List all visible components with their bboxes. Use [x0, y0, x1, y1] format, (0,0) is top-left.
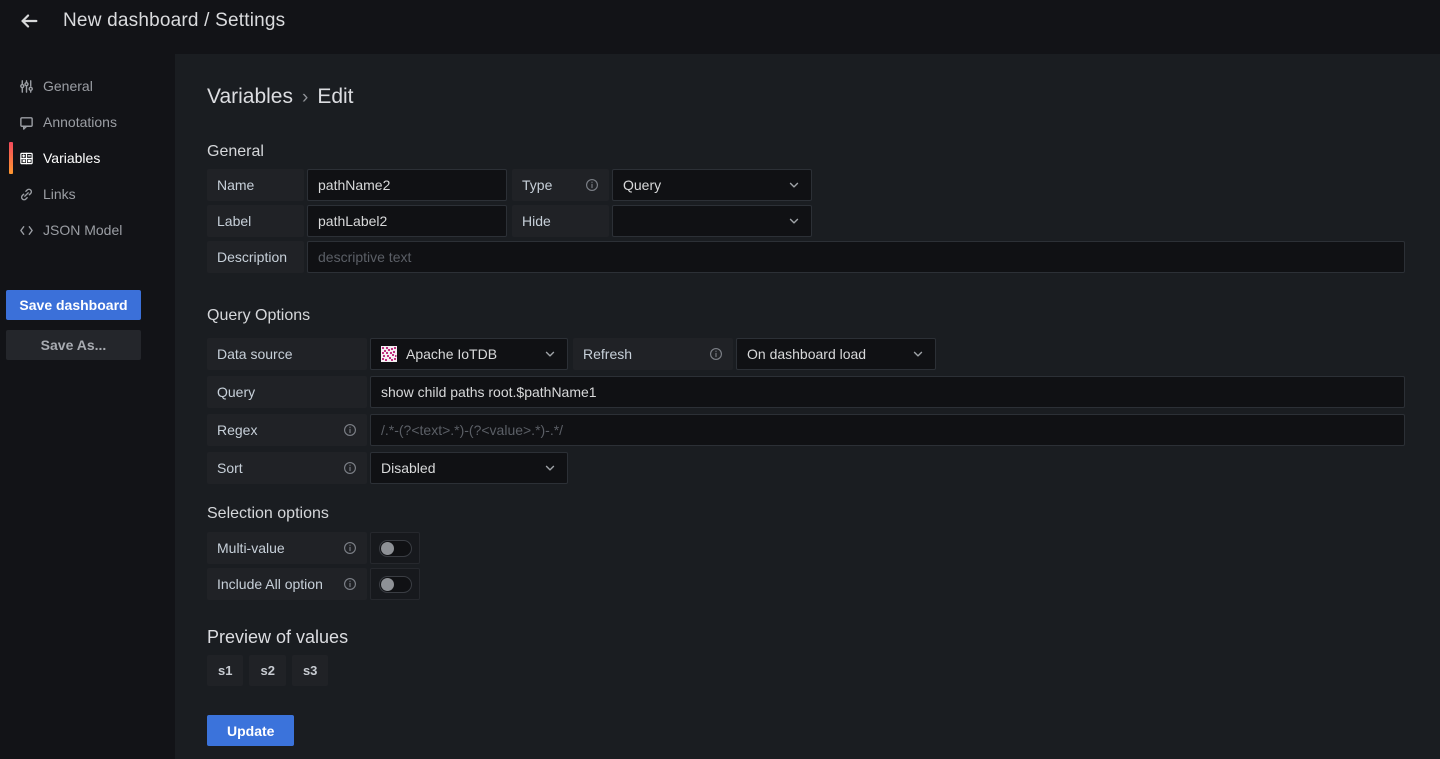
- preview-values-list: s1 s2 s3: [207, 655, 1405, 686]
- preview-value-chip: s3: [292, 655, 328, 686]
- breadcrumb-page: Edit: [317, 85, 353, 109]
- sidebar-item-label: Links: [43, 186, 76, 202]
- datasource-label: Data source: [207, 338, 367, 370]
- sidebar-item-label: Variables: [43, 150, 100, 166]
- sidebar-item-json-model[interactable]: JSON Model: [0, 212, 175, 248]
- query-label: Query: [207, 376, 367, 408]
- selection-options-section-heading: Selection options: [207, 505, 1405, 523]
- sliders-icon: [18, 78, 34, 94]
- apache-iotdb-logo-icon: [381, 346, 397, 362]
- variables-icon: [18, 150, 34, 166]
- info-icon[interactable]: [577, 178, 599, 192]
- datasource-select[interactable]: Apache IoTDB: [370, 338, 568, 370]
- refresh-select[interactable]: On dashboard load: [736, 338, 936, 370]
- sort-select[interactable]: Disabled: [370, 452, 568, 484]
- page-title: New dashboard / Settings: [63, 10, 285, 32]
- toggle-knob: [381, 578, 394, 591]
- sidebar-item-variables[interactable]: Variables: [0, 140, 175, 176]
- info-icon[interactable]: [335, 541, 357, 555]
- type-label: Type: [512, 169, 609, 201]
- toggle-knob: [381, 542, 394, 555]
- update-button[interactable]: Update: [207, 715, 294, 746]
- include-all-toggle[interactable]: [370, 568, 420, 600]
- info-icon[interactable]: [335, 577, 357, 591]
- name-input[interactable]: [307, 169, 507, 201]
- preview-of-values-heading: Preview of values: [207, 627, 1405, 648]
- label-input[interactable]: [307, 205, 507, 237]
- hide-label: Hide: [512, 205, 609, 237]
- regex-input[interactable]: [370, 414, 1405, 446]
- general-section-heading: General: [207, 143, 1405, 161]
- name-label: Name: [207, 169, 304, 201]
- include-all-label: Include All option: [207, 568, 367, 600]
- info-icon[interactable]: [335, 461, 357, 475]
- hide-select[interactable]: [612, 205, 812, 237]
- sidebar-item-label: General: [43, 78, 93, 94]
- toggle-track: [379, 540, 412, 557]
- chevron-down-icon: [787, 178, 801, 192]
- variables-edit-panel: Variables › Edit General Name Type: [175, 54, 1440, 759]
- preview-value-chip: s1: [207, 655, 243, 686]
- save-dashboard-button[interactable]: Save dashboard: [6, 290, 141, 320]
- sidebar-item-links[interactable]: Links: [0, 176, 175, 212]
- top-header: New dashboard / Settings: [0, 0, 1440, 54]
- sidebar-item-label: JSON Model: [43, 222, 122, 238]
- annotation-icon: [18, 114, 34, 130]
- description-input[interactable]: [307, 241, 1405, 273]
- multi-value-label: Multi-value: [207, 532, 367, 564]
- breadcrumb-separator: ›: [302, 87, 308, 109]
- sidebar-item-annotations[interactable]: Annotations: [0, 104, 175, 140]
- description-label: Description: [207, 241, 304, 273]
- sort-label: Sort: [207, 452, 367, 484]
- chevron-down-icon: [543, 347, 557, 361]
- arrow-left-icon: [18, 10, 40, 32]
- chevron-down-icon: [543, 461, 557, 475]
- query-input[interactable]: [370, 376, 1405, 408]
- breadcrumb: Variables › Edit: [207, 85, 1405, 109]
- refresh-label: Refresh: [573, 338, 733, 370]
- sidebar-item-general[interactable]: General: [0, 68, 175, 104]
- query-options-section-heading: Query Options: [207, 307, 1405, 325]
- regex-label: Regex: [207, 414, 367, 446]
- settings-sidebar: General Annotations Variables Links JSON: [0, 54, 175, 759]
- info-icon[interactable]: [701, 347, 723, 361]
- label-label: Label: [207, 205, 304, 237]
- preview-value-chip: s2: [249, 655, 285, 686]
- code-brackets-icon: [18, 222, 34, 238]
- chevron-down-icon: [911, 347, 925, 361]
- info-icon[interactable]: [335, 423, 357, 437]
- sidebar-item-label: Annotations: [43, 114, 117, 130]
- multi-value-toggle[interactable]: [370, 532, 420, 564]
- breadcrumb-section[interactable]: Variables: [207, 85, 293, 109]
- back-button[interactable]: [13, 5, 45, 37]
- toggle-track: [379, 576, 412, 593]
- link-icon: [18, 186, 34, 202]
- save-as-button[interactable]: Save As...: [6, 330, 141, 360]
- type-select[interactable]: Query: [612, 169, 812, 201]
- chevron-down-icon: [787, 214, 801, 228]
